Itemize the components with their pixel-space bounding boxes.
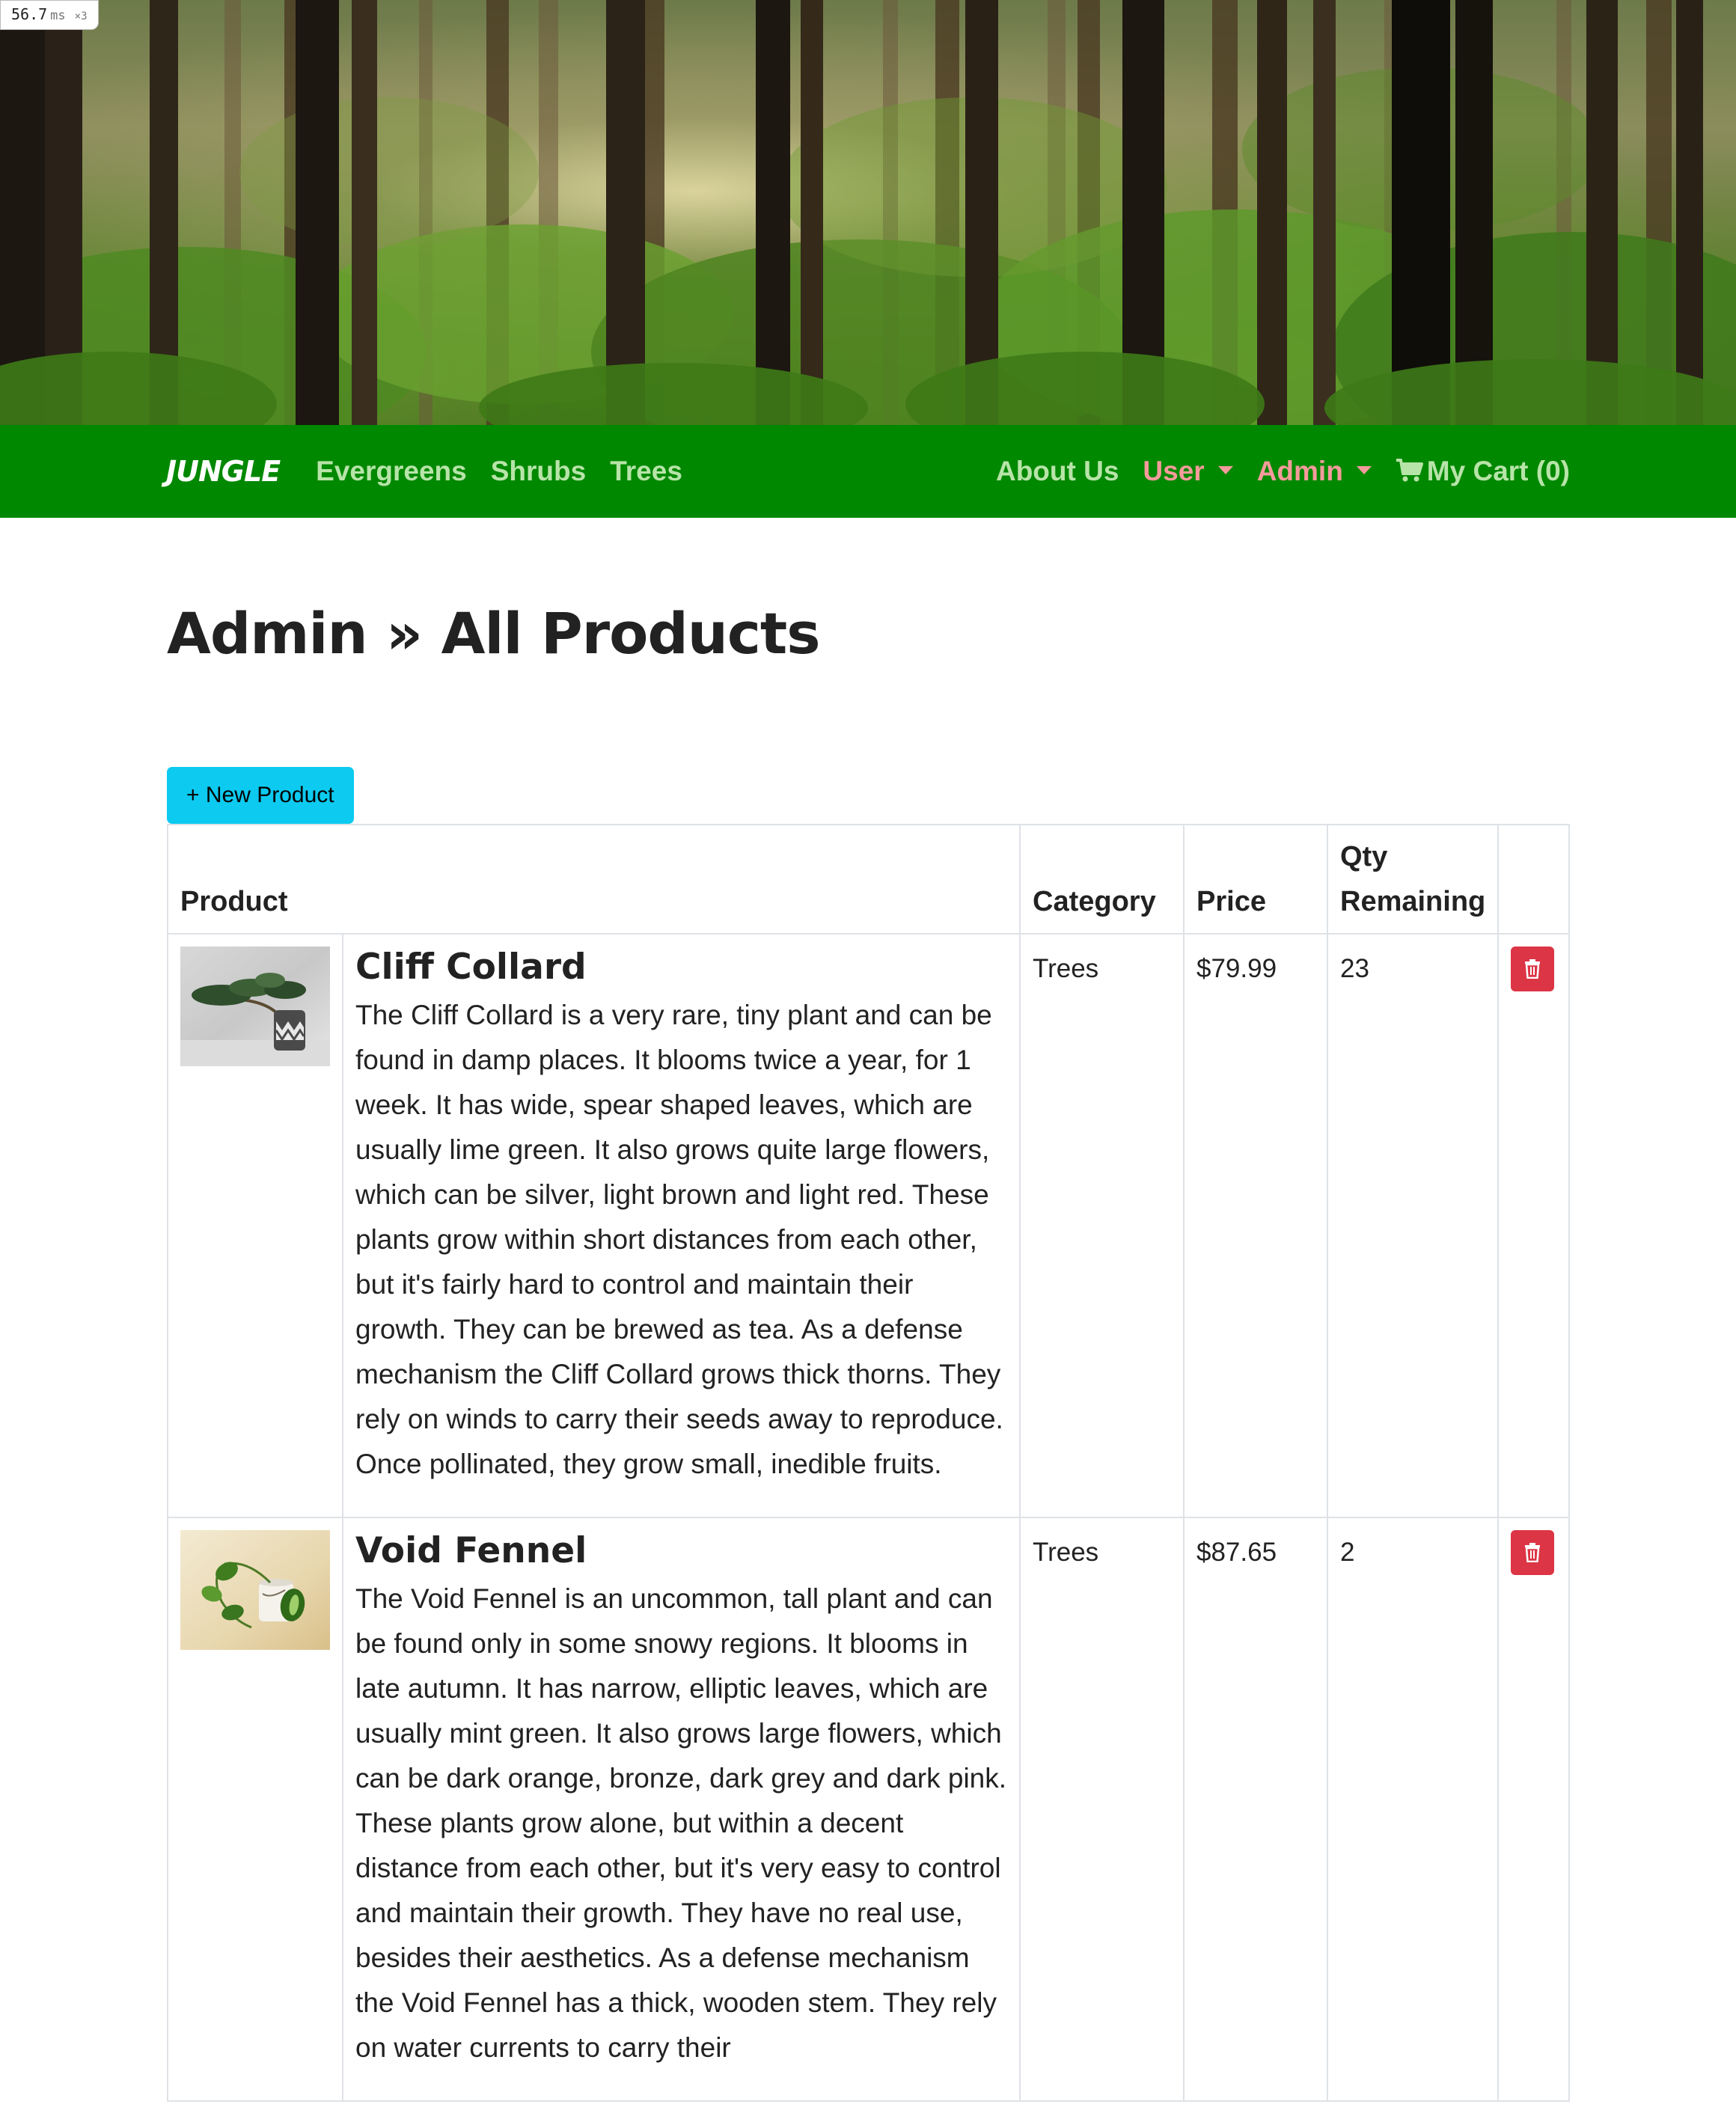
product-details-cell: Void Fennel The Void Fennel is an uncomm…: [342, 1517, 1021, 2102]
navbar-container: JUNGLE Evergreens Shrubs Trees About Us …: [166, 425, 1570, 518]
product-description: The Cliff Collard is a very rare, tiny p…: [355, 1000, 1003, 1479]
product-category: Trees: [1019, 933, 1185, 1518]
products-table: Product Category Price Qty Remaining Cli…: [167, 824, 1570, 2102]
product-qty-remaining: 23: [1327, 933, 1499, 1518]
trash-icon: [1525, 959, 1540, 979]
nav-link-shrubs[interactable]: Shrubs: [491, 456, 586, 487]
table-row: Void Fennel The Void Fennel is an uncomm…: [167, 1517, 1570, 2102]
table-row: Cliff Collard The Cliff Collard is a ver…: [167, 933, 1570, 1518]
navbar-right-group: About Us User Admin My Cart (0): [972, 456, 1570, 487]
perf-readout: 56.7 ms ×3: [0, 0, 99, 30]
my-cart-link[interactable]: My Cart (0): [1396, 456, 1570, 487]
page-title: Admin » All Products: [167, 600, 820, 667]
user-dropdown-label: User: [1143, 456, 1205, 486]
product-description: The Void Fennel is an uncommon, tall pla…: [355, 1583, 1007, 2063]
top-navbar: JUNGLE Evergreens Shrubs Trees About Us …: [0, 425, 1736, 518]
delete-product-button[interactable]: [1511, 947, 1554, 991]
perf-unit: ms: [50, 8, 66, 23]
nav-link-evergreens[interactable]: Evergreens: [316, 456, 467, 487]
product-category: Trees: [1019, 1517, 1185, 2102]
product-price: $87.65: [1183, 1517, 1328, 2102]
column-header-qty-remaining: Qty Remaining: [1327, 824, 1499, 935]
perf-multiplier: ×3: [74, 10, 88, 22]
nav-link-about-us[interactable]: About Us: [996, 456, 1119, 487]
perf-value: 56.7: [11, 5, 48, 23]
user-dropdown-toggle[interactable]: User: [1143, 456, 1233, 487]
product-thumbnail-image: [180, 947, 330, 1066]
my-cart-label: My Cart (0): [1426, 456, 1570, 486]
table-header-row: Product Category Price Qty Remaining: [167, 824, 1570, 935]
product-actions-cell: [1497, 1517, 1570, 2102]
caret-down-icon: [1356, 465, 1372, 474]
product-name: Cliff Collard: [355, 947, 587, 988]
shopping-cart-icon: [1396, 459, 1423, 482]
admin-dropdown-toggle[interactable]: Admin: [1257, 456, 1372, 487]
brand-logo-link[interactable]: JUNGLE: [166, 455, 281, 488]
product-qty-remaining: 2: [1327, 1517, 1499, 2102]
delete-product-button[interactable]: [1511, 1530, 1554, 1575]
nav-link-trees[interactable]: Trees: [610, 456, 682, 487]
product-price: $79.99: [1183, 933, 1328, 1518]
product-name: Void Fennel: [355, 1530, 587, 1571]
column-header-price: Price: [1183, 824, 1328, 935]
admin-dropdown-label: Admin: [1256, 456, 1343, 486]
product-actions-cell: [1497, 933, 1570, 1518]
product-details-cell: Cliff Collard The Cliff Collard is a ver…: [342, 933, 1021, 1518]
column-header-product: Product: [167, 824, 1021, 935]
column-header-category: Category: [1019, 824, 1185, 935]
new-product-button[interactable]: + New Product: [167, 767, 354, 824]
caret-down-icon: [1217, 465, 1233, 474]
product-image-cell: [167, 933, 343, 1518]
product-image-cell: [167, 1517, 343, 2102]
hero-banner-image: [0, 0, 1736, 425]
product-thumbnail-image: [180, 1530, 330, 1650]
column-header-actions: [1497, 824, 1570, 935]
trash-icon: [1525, 1543, 1540, 1562]
